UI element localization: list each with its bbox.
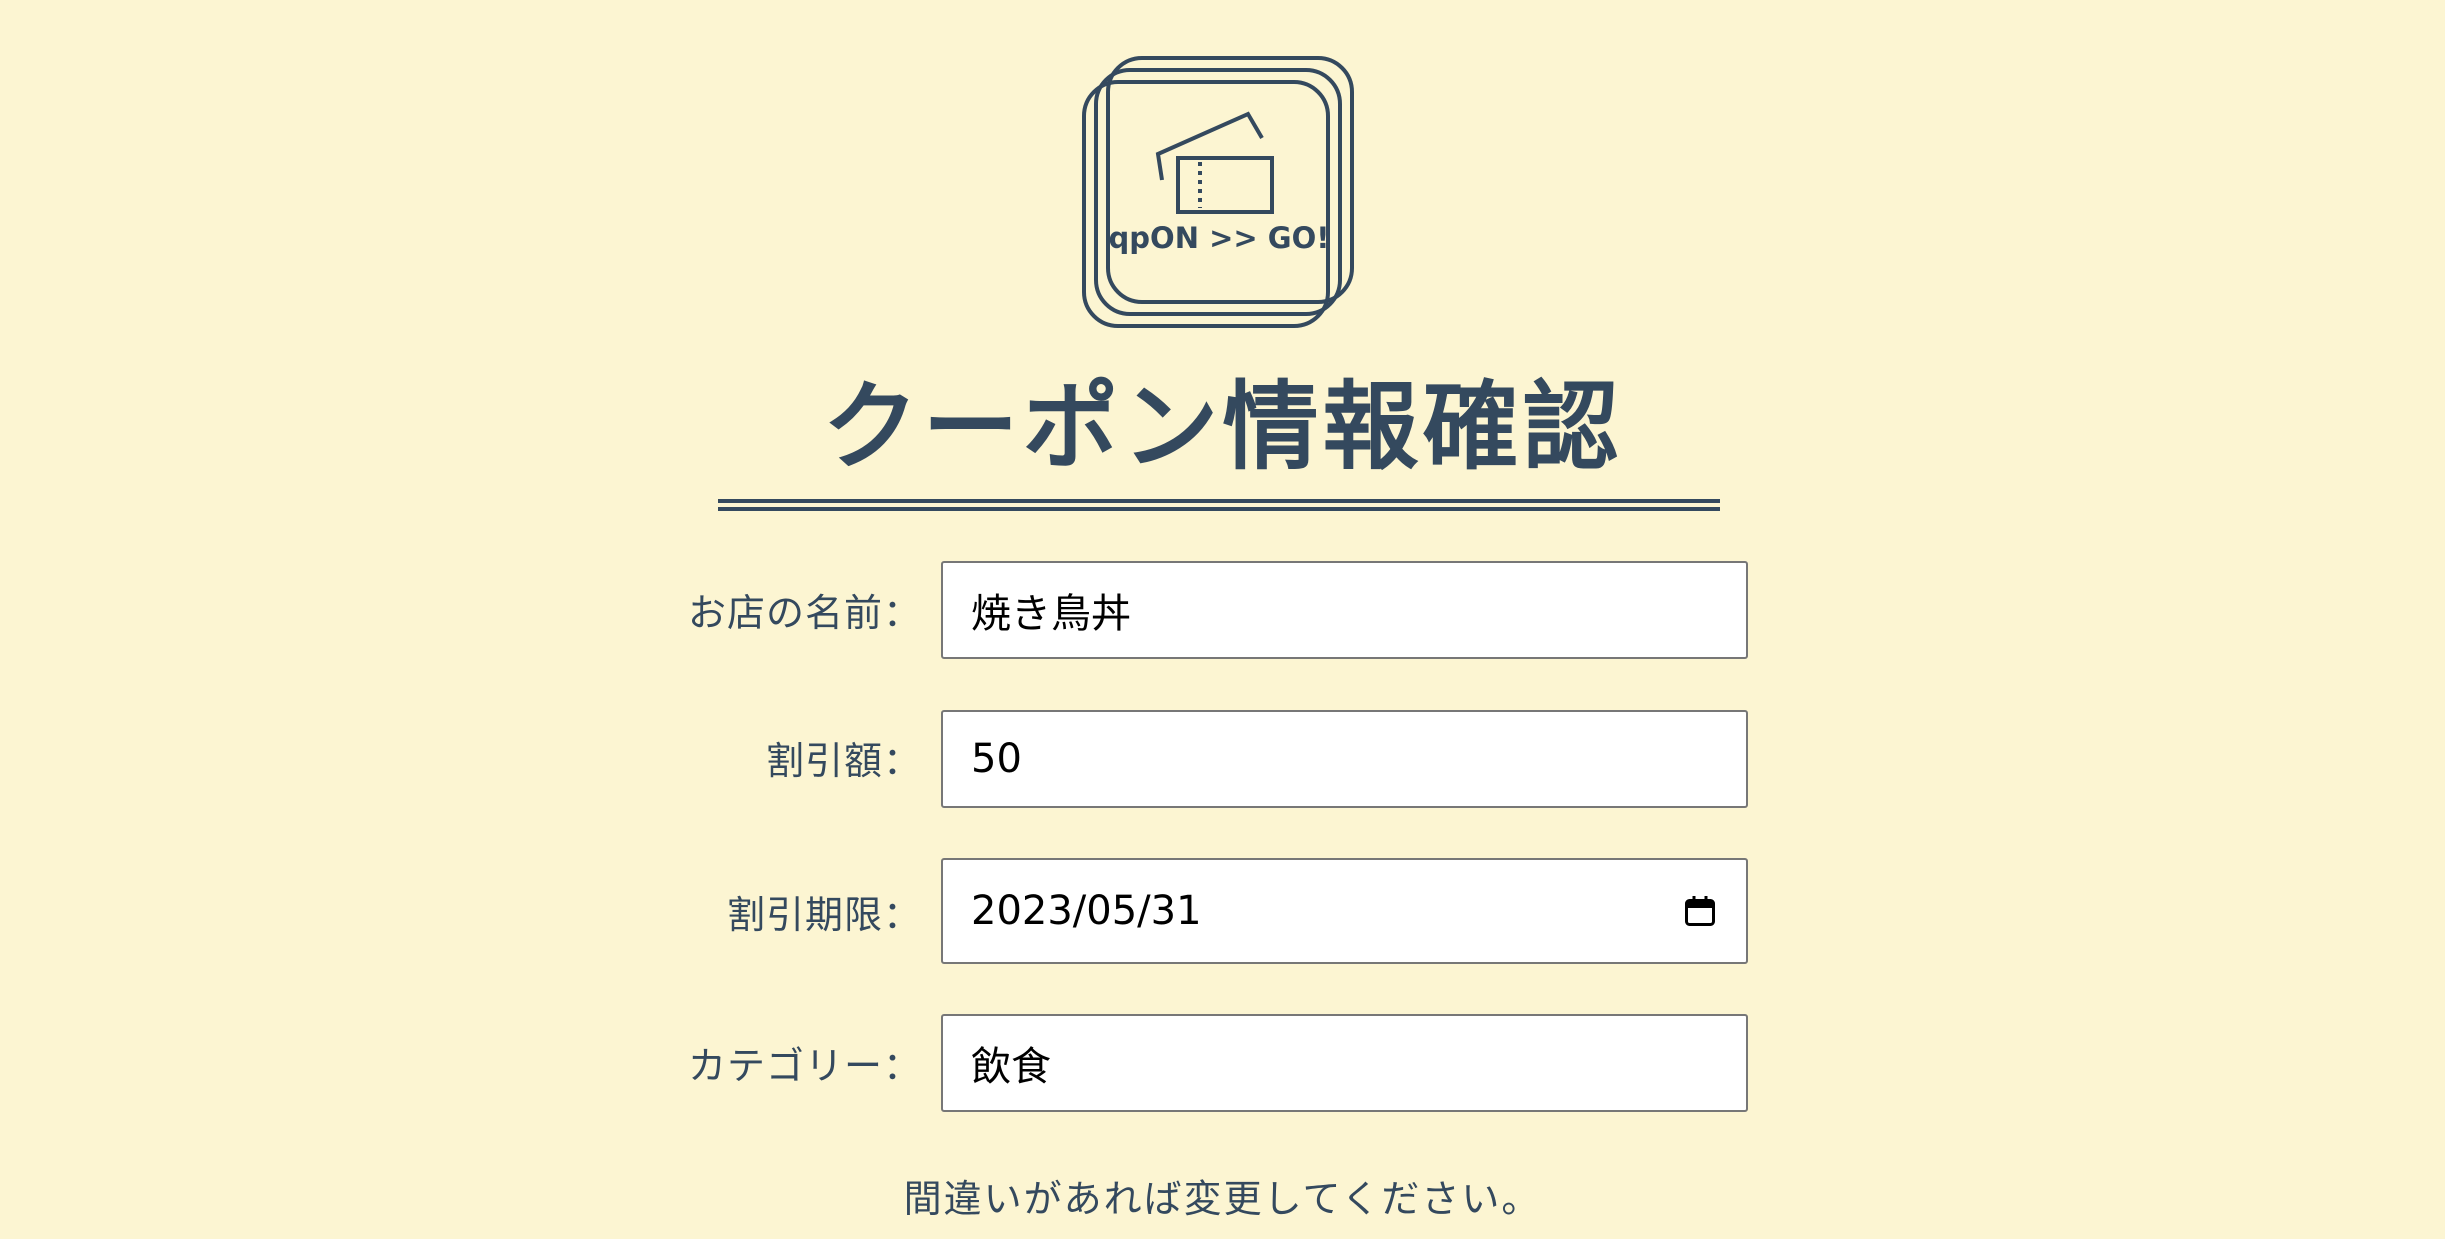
category-label: カテゴリー： <box>687 1044 922 1088</box>
instruction-text: 間違いがあれば変更してください。 <box>903 1177 1542 1221</box>
expiry-date-input[interactable]: 2023/05/31 <box>941 858 1748 964</box>
discount-value: 50 <box>971 736 1022 782</box>
discount-label: 割引額： <box>765 739 922 783</box>
qpon-ticket-logo-icon: qpON >> GO! <box>1080 52 1358 330</box>
expiry-value: 2023/05/31 <box>971 888 1202 934</box>
shop-name-value: 焼き鳥丼 <box>971 591 1131 637</box>
shop-name-input[interactable]: 焼き鳥丼 <box>941 561 1748 659</box>
discount-input[interactable]: 50 <box>941 710 1748 808</box>
shop-name-label: お店の名前： <box>687 591 922 635</box>
title-underline <box>718 499 1720 511</box>
expiry-label: 割引期限： <box>726 893 922 937</box>
category-value: 飲食 <box>971 1044 1051 1090</box>
page-title: クーポン情報確認 <box>822 371 1623 483</box>
logo-text: qpON >> GO! <box>1109 221 1330 255</box>
calendar-icon[interactable] <box>1682 893 1718 929</box>
category-input[interactable]: 飲食 <box>941 1014 1748 1112</box>
